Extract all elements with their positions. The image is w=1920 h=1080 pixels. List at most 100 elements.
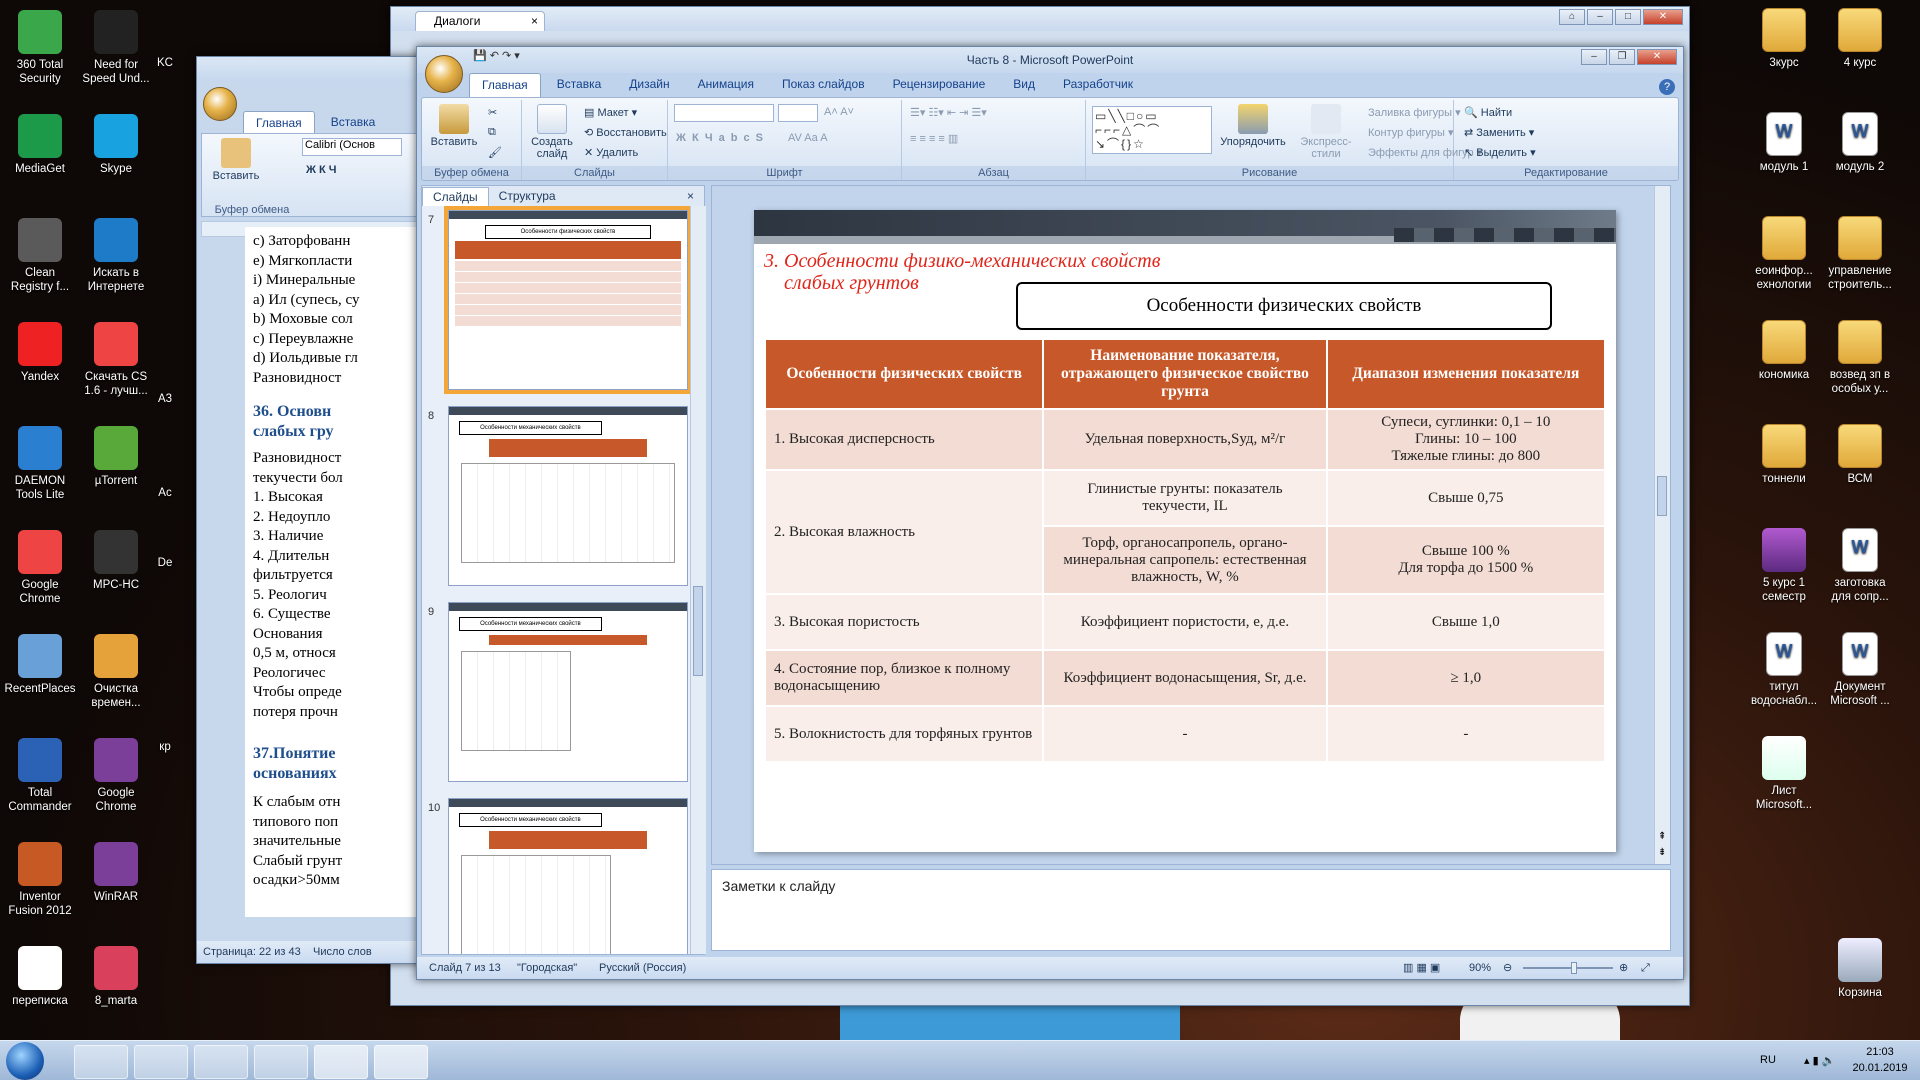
shape-outline-button[interactable]: Контур фигуры ▾ — [1368, 126, 1454, 139]
chrome-taskbar-icon[interactable] — [194, 1045, 248, 1079]
notes-pane[interactable]: Заметки к слайду — [711, 869, 1671, 951]
slide-canvas[interactable]: 3. Особенности физико-механических свойс… — [754, 210, 1616, 852]
desktop-shortcut[interactable]: титул водоснабл... — [1744, 632, 1824, 708]
clock-time[interactable]: 21:03 — [1850, 1046, 1910, 1058]
zoom-slider-thumb[interactable] — [1571, 962, 1577, 974]
desktop-shortcut-partial[interactable]: кр — [150, 740, 180, 754]
tab-insert[interactable]: Вставка — [319, 111, 388, 134]
word-taskbar-icon[interactable] — [314, 1045, 368, 1079]
find-button[interactable]: 🔍 Найти — [1464, 106, 1512, 119]
shape-fill-button[interactable]: Заливка фигуры ▾ — [1368, 106, 1461, 119]
word-format-buttons[interactable]: Ж К Ч — [306, 164, 337, 176]
quick-styles-button[interactable]: Экспресс-стили — [1286, 104, 1366, 160]
desktop-shortcut[interactable]: MediaGet — [0, 114, 80, 176]
slide-scrollbar[interactable]: ⇞ ⇟ — [1654, 186, 1670, 864]
tab-slides[interactable]: Слайды — [422, 186, 489, 206]
dialogs-tab[interactable]: Диалоги × — [415, 11, 545, 31]
media-player-taskbar-icon[interactable] — [74, 1045, 128, 1079]
desktop-shortcut[interactable]: еоинфор... ехнологии — [1744, 216, 1824, 292]
copy-icon[interactable]: ⧉ — [488, 126, 496, 139]
autocad-taskbar-icon[interactable] — [254, 1045, 308, 1079]
desktop-shortcut[interactable]: Google Chrome — [0, 530, 80, 606]
fit-to-window-icon[interactable]: ⤢ — [1641, 957, 1650, 979]
close-button[interactable]: ✕ — [1643, 9, 1683, 25]
desktop-shortcut[interactable]: возвед зп в особых у... — [1820, 320, 1900, 396]
desktop-shortcut[interactable]: Скачать CS 1.6 - лучш... — [76, 322, 156, 398]
desktop-shortcut[interactable]: тоннели — [1744, 424, 1824, 486]
slide-subtitle-box[interactable]: Особенности физических свойств — [1016, 282, 1552, 330]
desktop-shortcut-partial[interactable]: KC — [150, 56, 180, 70]
clock-date[interactable]: 20.01.2019 — [1850, 1062, 1910, 1074]
desktop-shortcut-partial[interactable]: De — [150, 556, 180, 570]
desktop-shortcut[interactable]: Лист Microsoft... — [1744, 736, 1824, 812]
arrange-button[interactable]: Упорядочить — [1218, 104, 1288, 148]
tab-4[interactable]: Показ слайдов — [770, 73, 877, 97]
paste-button[interactable]: Вставить — [426, 104, 482, 148]
grow-font-icon[interactable]: A˄ A˅ — [824, 106, 854, 118]
desktop-shortcut[interactable]: RecentPlaces — [0, 634, 80, 696]
shapes-gallery[interactable]: ▭╲╲□○▭ ⌐⌐⌐△⌒⌒ ↘⌒{}☆ — [1092, 106, 1212, 154]
user-icon[interactable]: ⌂ — [1559, 9, 1585, 25]
close-icon[interactable]: × — [677, 187, 704, 205]
desktop-shortcut-partial[interactable]: Ac — [150, 486, 180, 500]
desktop-shortcut[interactable]: заготовка для сопр... — [1820, 528, 1900, 604]
desktop-shortcut[interactable]: Yandex — [0, 322, 80, 384]
desktop-shortcut[interactable]: кономика — [1744, 320, 1824, 382]
tab-6[interactable]: Вид — [1001, 73, 1047, 97]
layout-button[interactable]: ▤ Макет ▾ — [584, 106, 637, 119]
help-icon[interactable]: ? — [1659, 79, 1675, 95]
cut-icon[interactable]: ✂ — [488, 106, 497, 119]
desktop-shortcut[interactable]: 360 Total Security — [0, 10, 80, 86]
zoom-out-icon[interactable]: ⊖ — [1503, 957, 1512, 979]
desktop-shortcut[interactable]: Need for Speed Und... — [76, 10, 156, 86]
slide-thumbnail-10[interactable]: Особенности механических свойств — [448, 798, 688, 954]
desktop-shortcut[interactable]: WinRAR — [76, 842, 156, 904]
tab-5[interactable]: Рецензирование — [881, 73, 998, 97]
desktop-shortcut[interactable]: Искать в Интернете — [76, 218, 156, 294]
desktop-shortcut[interactable]: Clean Registry f... — [0, 218, 80, 294]
word-word-count[interactable]: Число слов — [313, 946, 372, 958]
tab-7[interactable]: Разработчик — [1051, 73, 1145, 97]
tab-1[interactable]: Вставка — [545, 73, 614, 97]
new-slide-button[interactable]: Создать слайд — [524, 104, 580, 160]
select-button[interactable]: ↖ Выделить ▾ — [1464, 146, 1536, 159]
maximize-button[interactable]: □ — [1615, 9, 1641, 25]
delete-button[interactable]: ✕ Удалить — [584, 146, 638, 159]
slide-thumbnail-7[interactable]: Особенности физических свойств — [444, 206, 692, 394]
desktop-shortcut[interactable]: управление строитель... — [1820, 216, 1900, 292]
tab-2[interactable]: Дизайн — [617, 73, 681, 97]
restore-button[interactable]: ❐ — [1609, 49, 1635, 65]
desktop-shortcut[interactable]: Google Chrome — [76, 738, 156, 814]
minimize-button[interactable]: – — [1581, 49, 1607, 65]
language-indicator[interactable]: RU — [1760, 1054, 1776, 1066]
view-buttons[interactable]: ▥ ▦ ▣ — [1403, 957, 1440, 979]
language-indicator[interactable]: Русский (Россия) — [599, 957, 686, 979]
previous-slide-icon[interactable]: ⇞ — [1658, 831, 1666, 842]
list-icons[interactable]: ☰▾ ☷▾ ⇤ ⇥ ☰▾ — [910, 106, 987, 119]
zoom-slider[interactable] — [1523, 962, 1613, 974]
desktop-shortcut[interactable]: MPC-HC — [76, 530, 156, 592]
tab-3[interactable]: Анимация — [686, 73, 766, 97]
desktop-shortcut[interactable]: Документ Microsoft ... — [1820, 632, 1900, 708]
desktop-shortcut[interactable]: Total Commander — [0, 738, 80, 814]
desktop-shortcut[interactable]: модуль 2 — [1820, 112, 1900, 174]
desktop-shortcut[interactable]: модуль 1 — [1744, 112, 1824, 174]
slide-editing-area[interactable]: 3. Особенности физико-механических свойс… — [711, 185, 1671, 865]
start-button[interactable] — [6, 1042, 44, 1080]
align-icons[interactable]: ≡ ≡ ≡ ≡ ▥ — [910, 132, 958, 145]
theme-name[interactable]: "Городская" — [517, 957, 577, 979]
word-font-select[interactable]: Calibri (Основ — [302, 138, 402, 156]
office-button[interactable] — [425, 55, 463, 93]
properties-table[interactable]: Особенности физических свойств Наименова… — [763, 338, 1607, 763]
replace-button[interactable]: ⇄ Заменить ▾ — [1464, 126, 1534, 139]
powerpoint-titlebar[interactable]: Часть 8 - Microsoft PowerPoint — [417, 47, 1683, 73]
slide-thumbnail-9[interactable]: Особенности механических свойств — [448, 602, 688, 782]
zoom-level[interactable]: 90% — [1469, 957, 1491, 979]
scroll-thumb[interactable] — [693, 586, 703, 676]
reset-button[interactable]: ⟲ Восстановить — [584, 126, 667, 139]
desktop-shortcut[interactable]: 8_marta — [76, 946, 156, 1008]
explorer-taskbar-icon[interactable] — [134, 1045, 188, 1079]
tab-outline[interactable]: Структура — [489, 187, 566, 205]
desktop-shortcut[interactable]: Skype — [76, 114, 156, 176]
desktop-shortcut[interactable]: Очистка времен... — [76, 634, 156, 710]
